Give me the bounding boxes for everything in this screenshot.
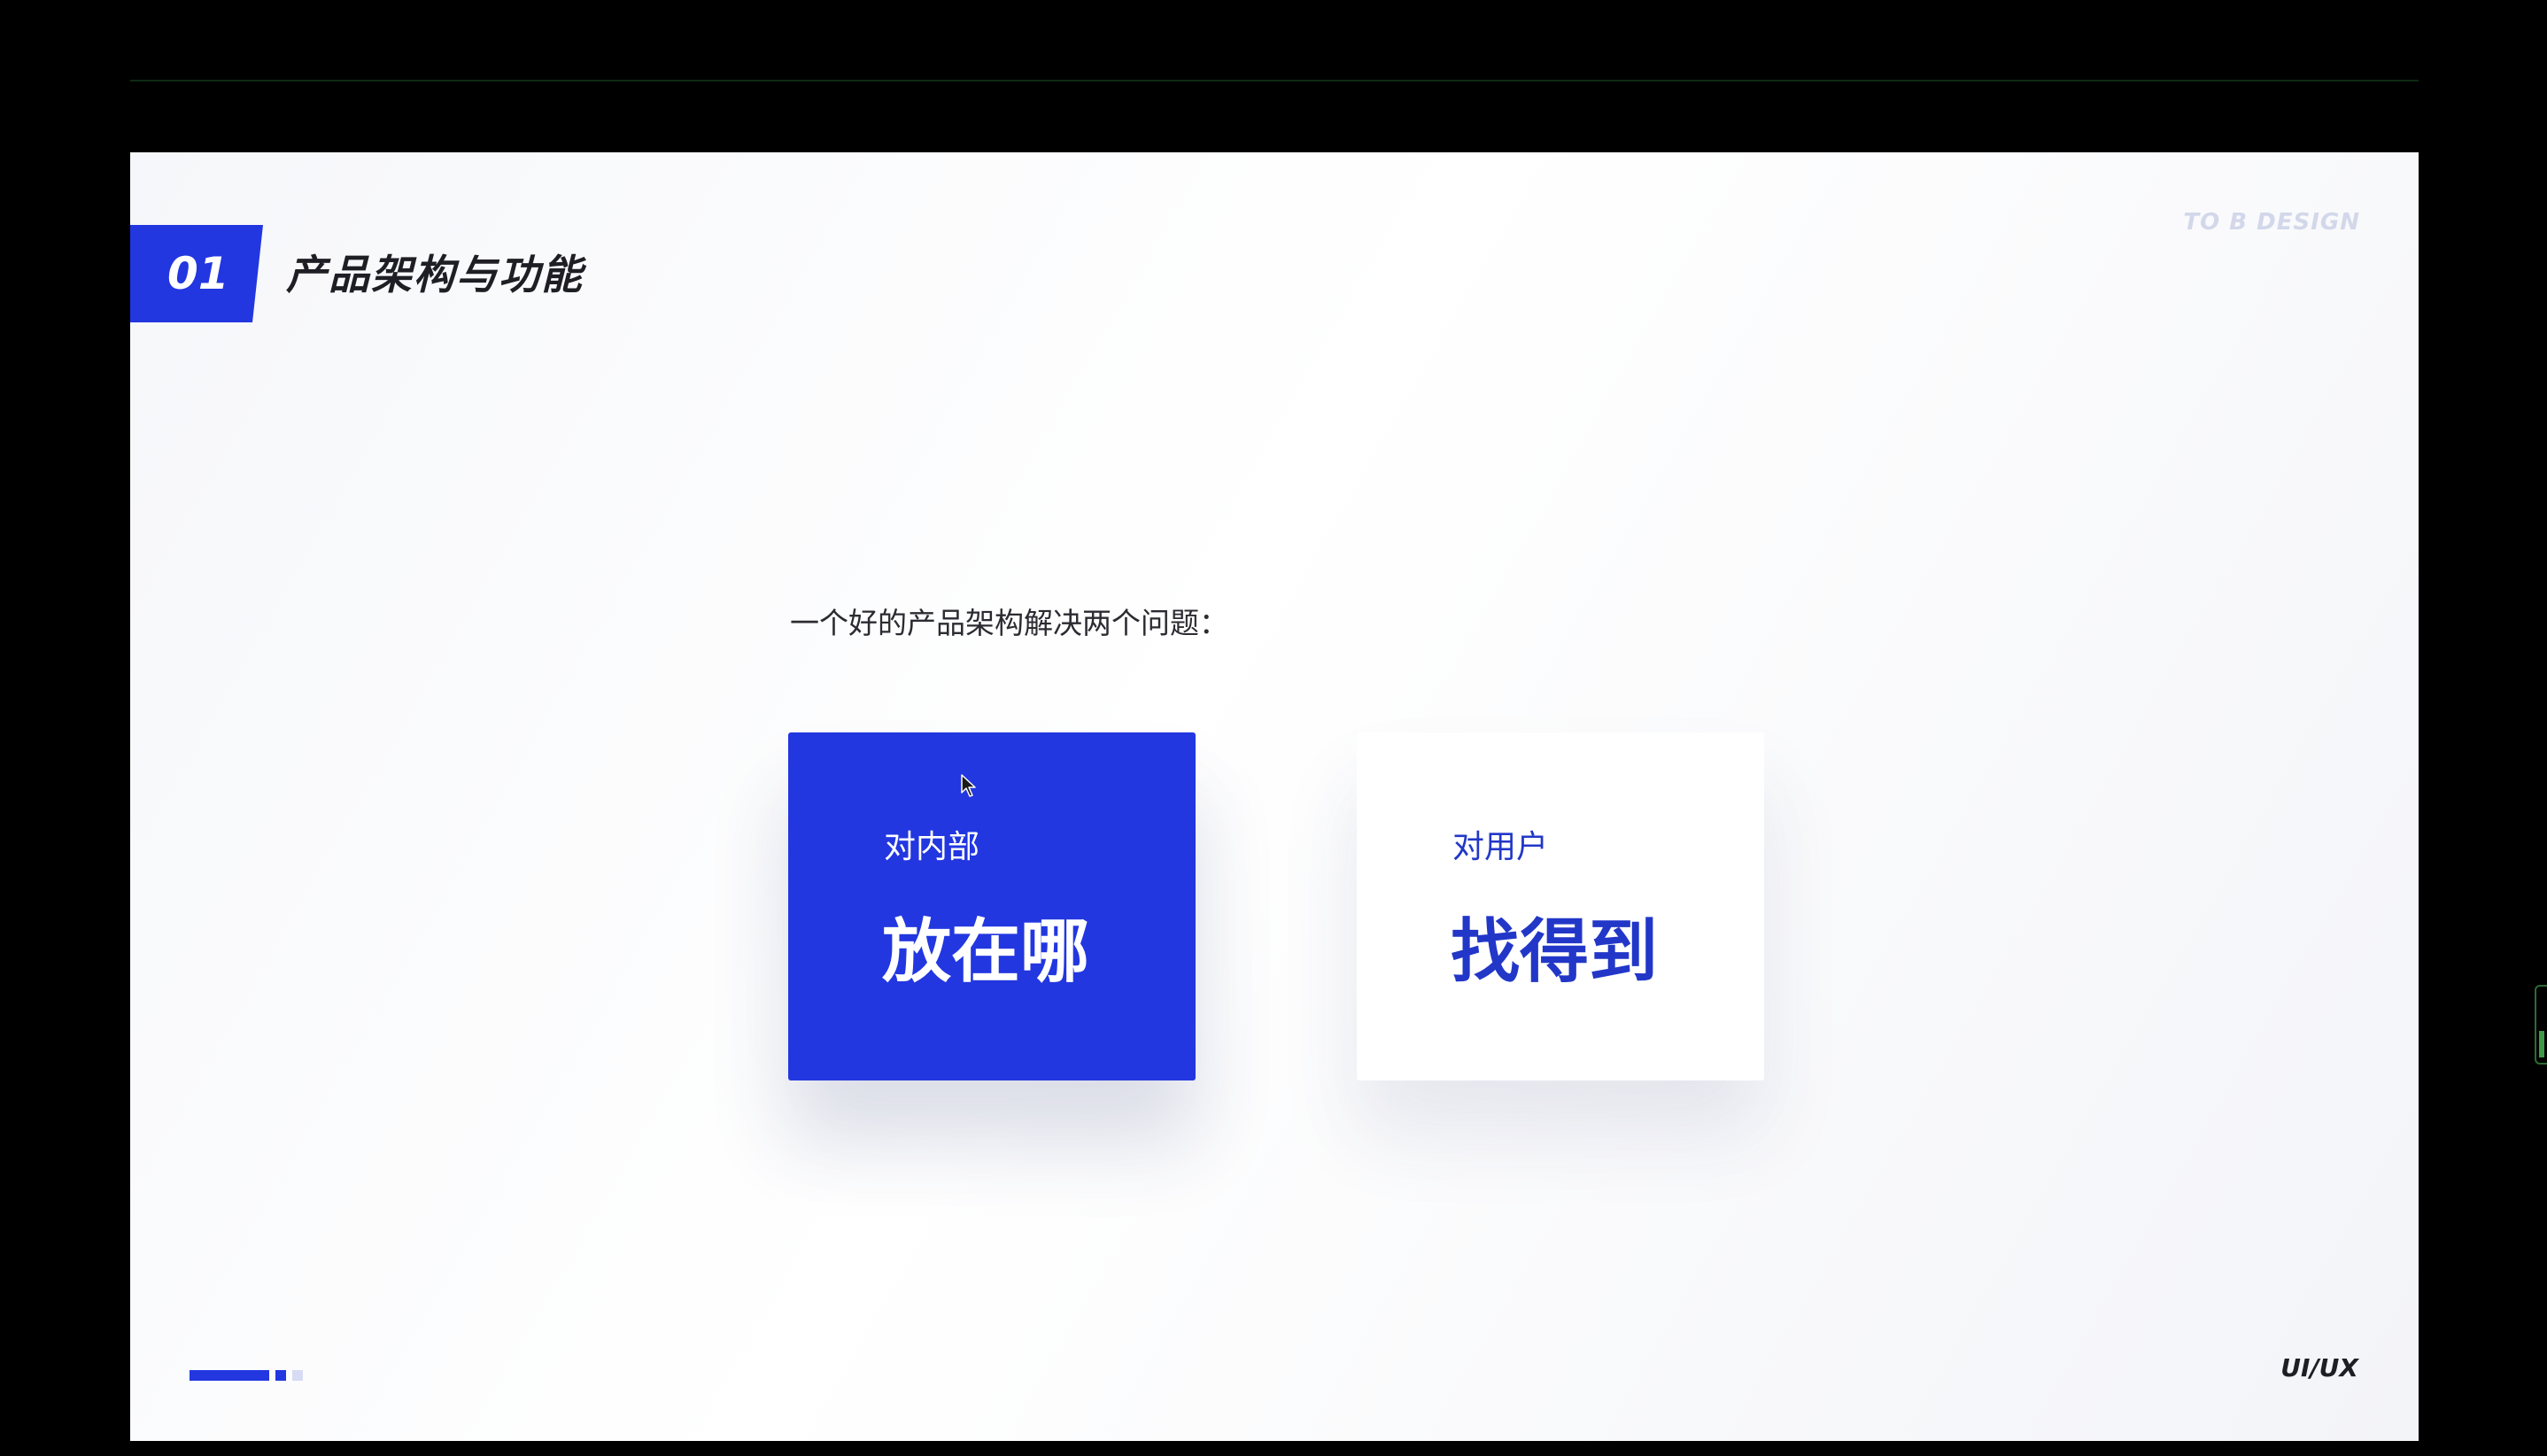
side-panel-indicator	[2539, 1031, 2544, 1057]
side-panel-handle[interactable]	[2535, 985, 2547, 1065]
card-headline: 找得到	[1451, 912, 1659, 992]
card-user[interactable]: 对用户 找得到	[1357, 732, 1764, 1080]
video-screen: 01 产品架构与功能 TO B DESIGN 一个好的产品架构解决两个问题： 对…	[0, 0, 2547, 1456]
brand-watermark: TO B DESIGN	[2183, 209, 2360, 236]
intro-text: 一个好的产品架构解决两个问题：	[790, 606, 1228, 640]
presentation-slide: 01 产品架构与功能 TO B DESIGN 一个好的产品架构解决两个问题： 对…	[130, 152, 2419, 1441]
mouse-pointer-icon	[961, 774, 976, 797]
section-number-badge: 01	[130, 225, 263, 322]
page-indicator-active	[190, 1370, 269, 1381]
page-indicator-dot	[292, 1370, 303, 1381]
top-divider	[130, 80, 2419, 81]
card-label: 对内部	[884, 829, 980, 865]
footer-tag: UI/UX	[2280, 1353, 2358, 1382]
page-indicator-dot	[275, 1370, 286, 1381]
card-label: 对用户	[1452, 829, 1549, 865]
section-title: 产品架构与功能	[286, 251, 584, 298]
card-headline: 放在哪	[882, 912, 1090, 992]
card-internal[interactable]: 对内部 放在哪	[788, 732, 1196, 1080]
